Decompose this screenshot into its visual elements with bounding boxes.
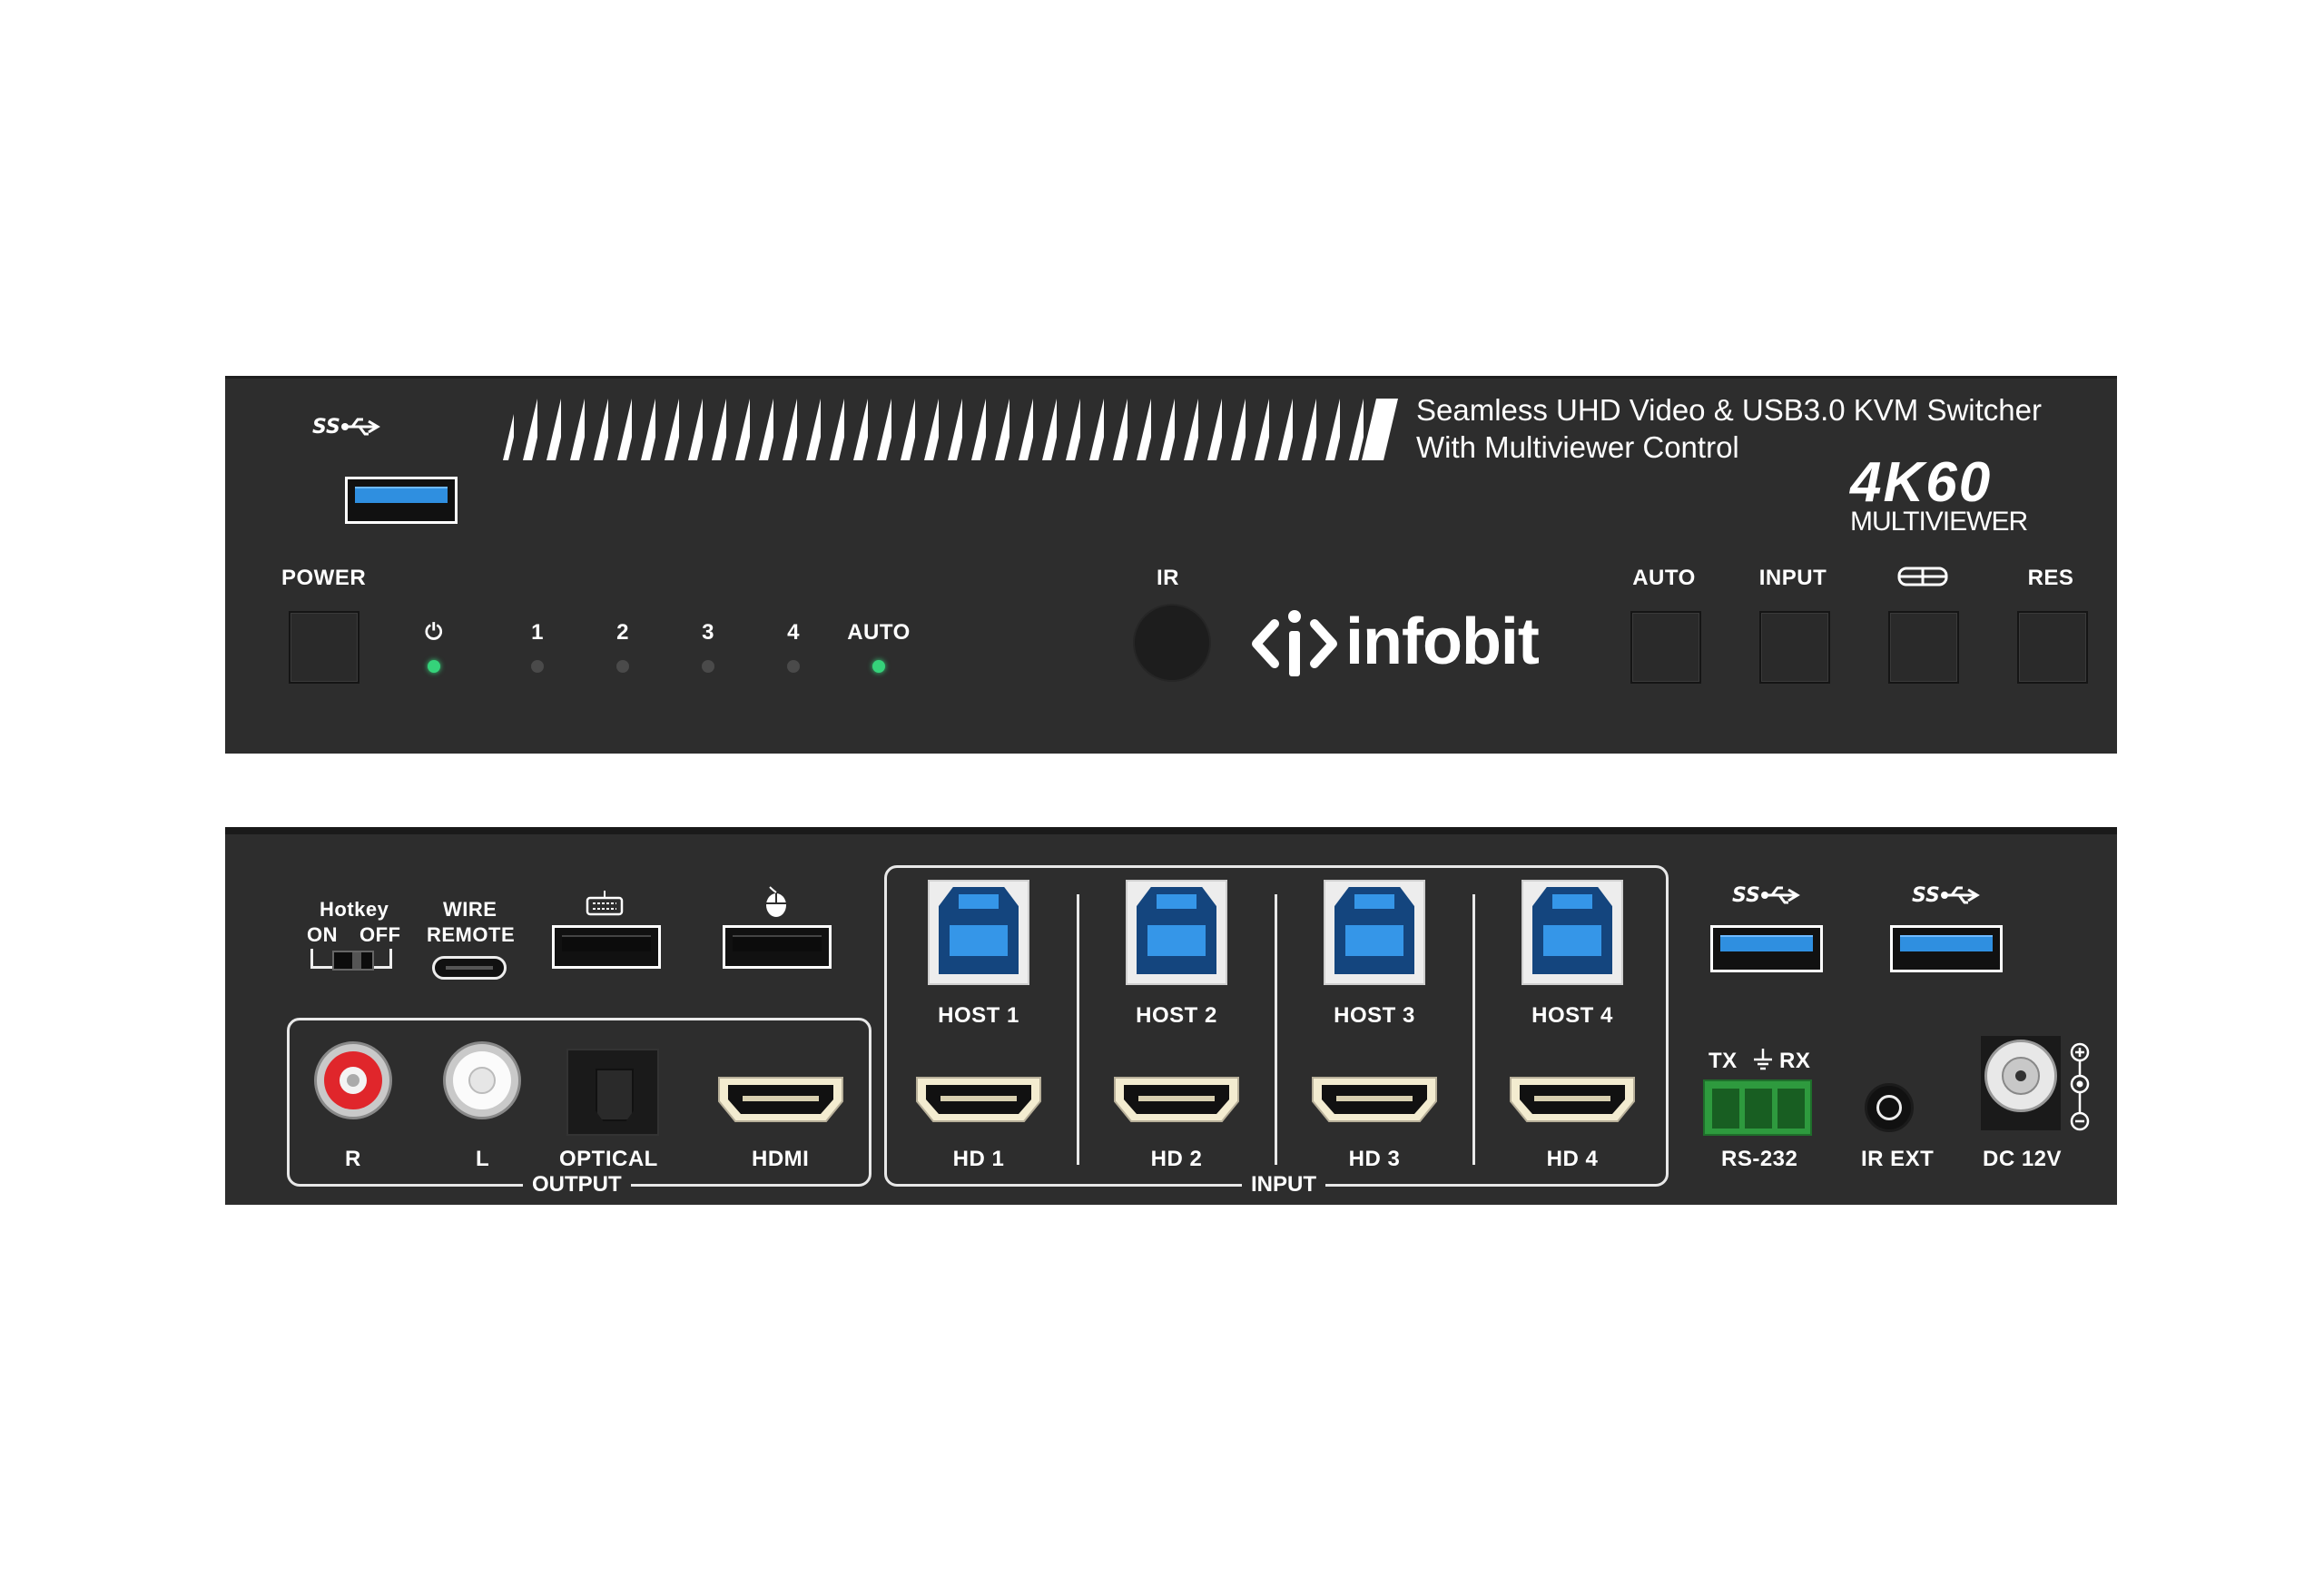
hdmi-input-port-2[interactable] (1111, 1074, 1242, 1125)
led-indicator-auto (872, 660, 885, 673)
host-label-3: HOST 3 (1334, 1003, 1415, 1028)
led-indicator-power (428, 660, 440, 673)
polarity-icon (2070, 1042, 2090, 1131)
mouse-usb-port[interactable] (723, 925, 832, 969)
svg-text:SS: SS (1732, 884, 1760, 907)
mouse-icon (766, 886, 786, 917)
input-group-title: INPUT (1242, 1172, 1325, 1198)
badge-multiviewer: MULTIVIEWER (1850, 507, 2028, 537)
hotkey-label: Hotkey (320, 898, 389, 921)
hdmi-output-label: HDMI (752, 1147, 810, 1171)
optical-label: OPTICAL (559, 1147, 658, 1171)
layout-button[interactable] (1888, 611, 1959, 684)
led-indicator-input-3 (702, 660, 714, 673)
front-panel: SS Seamless UHD Video & USB3.0 KVM Switc… (225, 376, 2117, 754)
dc-12v-jack[interactable] (1984, 1040, 2057, 1112)
rs232-tx-label: TX (1709, 1049, 1738, 1073)
host-label-4: HOST 4 (1531, 1003, 1613, 1028)
res-button-label: RES (2027, 566, 2074, 590)
power-label: POWER (281, 566, 367, 590)
host-label-1: HOST 1 (938, 1003, 1019, 1028)
host-usb-b-port-3[interactable] (1324, 880, 1425, 985)
usb3-ss-icon: SS (1732, 884, 1800, 907)
input-button[interactable] (1759, 611, 1830, 684)
keyboard-usb-port[interactable] (552, 925, 661, 969)
hdmi-input-port-3[interactable] (1309, 1074, 1440, 1125)
host-usb-b-port-2[interactable] (1126, 880, 1227, 985)
ir-label: IR (1157, 566, 1179, 590)
input-divider-2 (1275, 894, 1277, 1165)
rca-left-label: L (476, 1147, 490, 1171)
auto-button-label: AUTO (1632, 566, 1696, 590)
host-usb-b-port-1[interactable] (928, 880, 1029, 985)
decorative-stripes (503, 399, 1398, 460)
rca-left-jack[interactable] (443, 1041, 521, 1119)
host-usb-b-port-4[interactable] (1521, 880, 1623, 985)
rs232-label: RS-232 (1721, 1147, 1798, 1171)
ir-sensor (1133, 604, 1211, 682)
input-button-label: INPUT (1758, 566, 1827, 590)
brand-name: infobit (1345, 606, 1540, 678)
ground-icon (1754, 1049, 1772, 1070)
led-indicator-input-1 (531, 660, 544, 673)
optical-port[interactable] (566, 1049, 659, 1136)
ir-ext-label: IR EXT (1861, 1147, 1935, 1171)
led-indicator-input-2 (616, 660, 629, 673)
svg-text:SS: SS (312, 416, 340, 439)
host-label-2: HOST 2 (1136, 1003, 1217, 1028)
res-button[interactable] (2017, 611, 2088, 684)
hdmi-output-port[interactable] (715, 1074, 846, 1125)
hdmi-input-label-2: HD 2 (1150, 1147, 1203, 1171)
input-divider-1 (1077, 894, 1079, 1165)
led-label-auto: AUTO (847, 620, 911, 645)
front-usb3-port[interactable] (345, 477, 458, 524)
input-divider-3 (1472, 894, 1475, 1165)
hdmi-input-port-1[interactable] (913, 1074, 1044, 1125)
rear-usb3-port-1[interactable] (1710, 925, 1823, 972)
hotkey-switch[interactable] (332, 951, 374, 971)
hdmi-input-label-4: HD 4 (1546, 1147, 1599, 1171)
hdmi-input-label-1: HD 1 (952, 1147, 1005, 1171)
usb3-ss-icon: SS (312, 416, 380, 439)
hotkey-on-label: ON (307, 923, 338, 946)
product-title-line1: Seamless UHD Video & USB3.0 KVM Switcher (1416, 393, 2042, 427)
led-label-input-2: 2 (616, 620, 629, 645)
rear-usb3-port-2[interactable] (1890, 925, 2003, 972)
hdmi-input-label-3: HD 3 (1348, 1147, 1401, 1171)
led-indicator-input-4 (787, 660, 800, 673)
dc-12v-label: DC 12V (1983, 1147, 2063, 1171)
led-label-power: ⏻ (425, 620, 443, 645)
hotkey-off-label: OFF (359, 923, 401, 946)
svg-text:SS: SS (1912, 884, 1940, 907)
wire-remote-label-1: WIRE (443, 898, 497, 921)
auto-button[interactable] (1630, 611, 1701, 684)
led-label-input-3: 3 (702, 620, 714, 645)
layout-icon (1897, 567, 1948, 586)
rca-right-jack[interactable] (314, 1041, 392, 1119)
keyboard-icon (586, 891, 624, 916)
badge-4k60: 4K60 (1850, 451, 1993, 514)
wire-remote-usbc-port[interactable] (432, 956, 507, 980)
rear-panel: Hotkey ON OFF WIRE REMOTE OUTPUT R L OPT… (225, 827, 2117, 1205)
power-button[interactable] (289, 611, 359, 684)
wire-remote-label-2: REMOTE (427, 923, 516, 946)
infobit-logo-icon (1252, 610, 1337, 676)
usb3-ss-icon: SS (1912, 884, 1980, 907)
rs232-rx-label: RX (1779, 1049, 1811, 1073)
led-label-input-1: 1 (531, 620, 544, 645)
output-group-title: OUTPUT (523, 1172, 631, 1198)
ir-ext-jack[interactable] (1865, 1083, 1914, 1132)
led-label-input-4: 4 (787, 620, 800, 645)
rca-right-label: R (345, 1147, 361, 1171)
hdmi-input-port-4[interactable] (1507, 1074, 1638, 1125)
rs232-terminal-block[interactable] (1703, 1079, 1812, 1136)
